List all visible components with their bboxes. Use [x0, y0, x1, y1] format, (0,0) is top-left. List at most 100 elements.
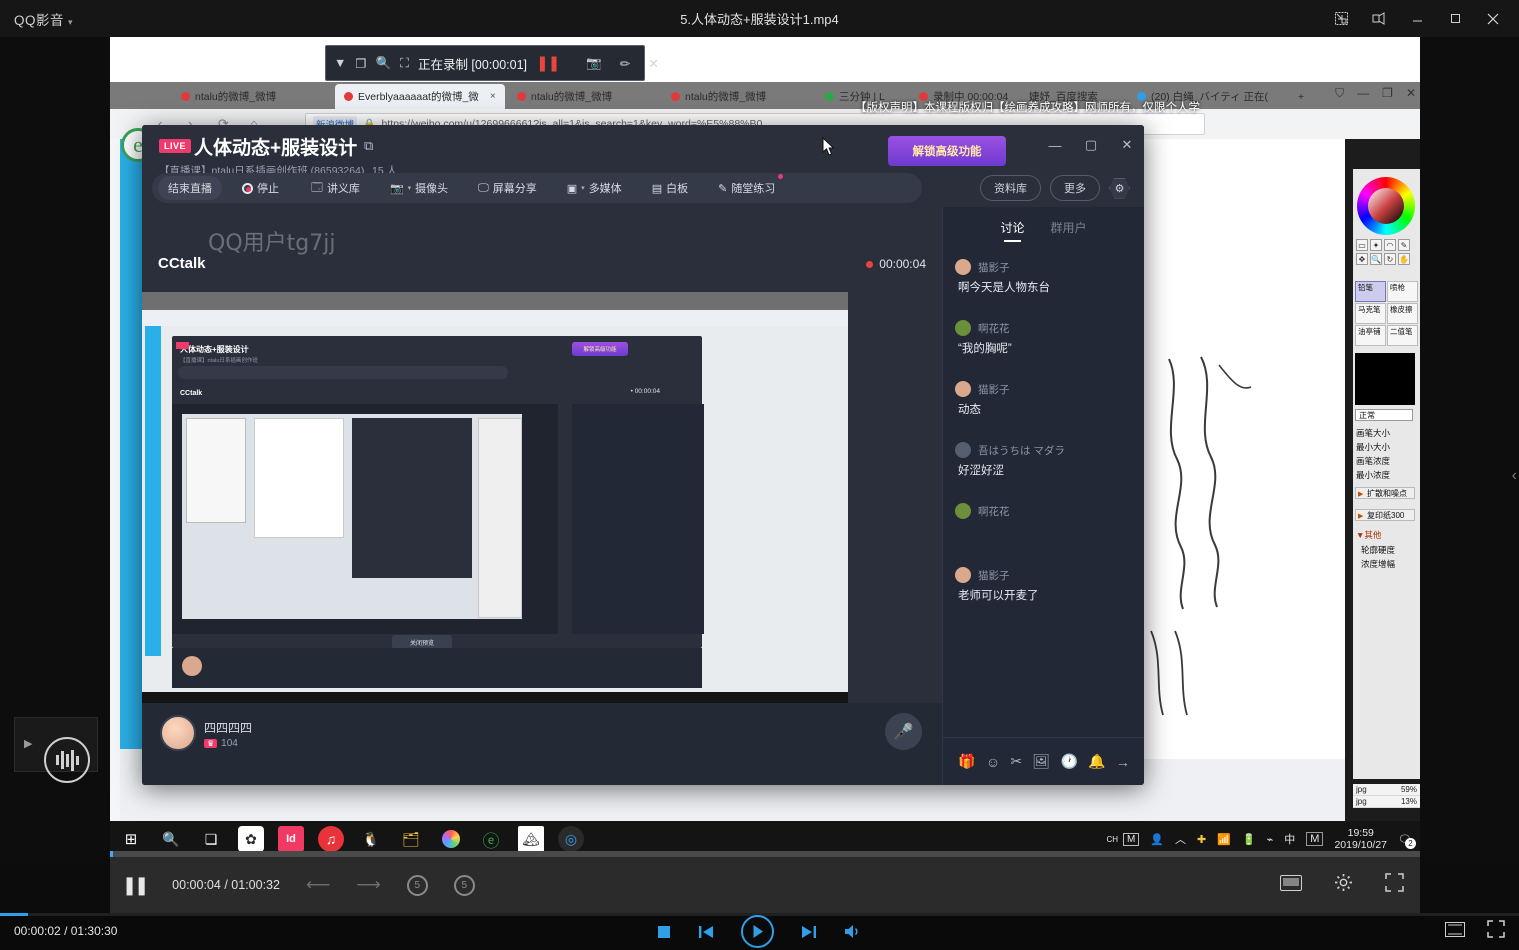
tab-members[interactable]: 群用户: [1051, 219, 1087, 242]
mic-icon[interactable]: 🎤: [885, 713, 922, 750]
avatar[interactable]: [955, 567, 971, 583]
chevron-down-icon[interactable]: ▾: [581, 184, 585, 192]
avatar[interactable]: [955, 442, 971, 458]
eyedropper-icon[interactable]: ✎: [1398, 239, 1410, 251]
tab-discussion[interactable]: 讨论: [1000, 219, 1024, 242]
avatar[interactable]: [160, 715, 196, 751]
external-link-icon[interactable]: ⧉: [364, 138, 373, 154]
bluetooth-icon[interactable]: ⌁: [1267, 833, 1274, 846]
slides-library-button[interactable]: 🗔 讲义库: [305, 177, 366, 200]
pause-button[interactable]: ❚❚: [122, 875, 146, 896]
new-tab-button[interactable]: +: [1290, 84, 1312, 109]
rotate-icon[interactable]: ↻: [1384, 253, 1396, 265]
emoji-icon[interactable]: ☺: [986, 754, 1000, 770]
zoom-icon[interactable]: 🔍: [1370, 253, 1382, 265]
forward-5-button[interactable]: 5: [454, 875, 475, 896]
panel-expand-icon[interactable]: ‹: [1512, 467, 1517, 485]
shield-icon[interactable]: ✚: [1197, 833, 1206, 846]
pip-icon[interactable]: [1361, 4, 1397, 34]
search-icon[interactable]: 🔍: [376, 56, 392, 71]
fullscreen-icon[interactable]: [1487, 920, 1505, 943]
brush-cell[interactable]: 油亭铺: [1355, 325, 1386, 346]
indesign-icon[interactable]: Id: [278, 826, 304, 852]
bell-icon[interactable]: 🔔: [1088, 753, 1105, 770]
browser-tab[interactable]: ntalu的微博_微博: [172, 84, 332, 109]
sai-icon[interactable]: ✿: [238, 826, 264, 852]
notifications-icon[interactable]: 🗨2: [1398, 833, 1412, 846]
gear-icon[interactable]: ⚙: [1109, 178, 1130, 199]
exercise-button[interactable]: ✎ 随堂练习: [712, 178, 781, 198]
explorer-icon[interactable]: 🗂: [398, 826, 424, 852]
maximize-icon[interactable]: [1437, 4, 1473, 34]
other-group-label[interactable]: ▼其他: [1356, 529, 1381, 541]
shared-screen-preview[interactable]: 人体动态+服装设计 【直播课】ntalu日系插画创作班 解锁高级功能 CCtal…: [142, 292, 848, 737]
window-icon[interactable]: ❐: [355, 56, 366, 71]
cctalk-icon[interactable]: ◎: [558, 826, 584, 852]
minimize-icon[interactable]: —: [1044, 135, 1066, 155]
minimize-icon[interactable]: —: [1357, 86, 1369, 101]
blend-mode-select[interactable]: 正常: [1355, 409, 1413, 421]
pause-icon[interactable]: ❚❚: [536, 54, 559, 72]
screenshot-icon[interactable]: [1280, 875, 1302, 896]
color-swatch[interactable]: [1355, 353, 1415, 405]
brush-cell[interactable]: 铅笔: [1355, 281, 1386, 302]
restore-icon[interactable]: ❐: [1382, 86, 1393, 101]
minimize-icon[interactable]: [1399, 4, 1435, 34]
edge-icon[interactable]: ⓔ: [478, 826, 504, 852]
tab-close-icon[interactable]: ×: [490, 91, 496, 102]
gift-icon[interactable]: 🎁: [958, 753, 975, 770]
restore-small-icon[interactable]: [1323, 4, 1359, 34]
param-group[interactable]: ▶复印纸300: [1355, 509, 1415, 521]
brush-cell[interactable]: 二值笔: [1387, 325, 1418, 346]
camera-icon[interactable]: 📷: [586, 56, 602, 71]
netease-music-icon[interactable]: ♫: [318, 826, 344, 852]
next-arrow-icon[interactable]: ⟶: [356, 875, 380, 895]
colorwheel-icon[interactable]: [438, 826, 464, 852]
prev-arrow-icon[interactable]: ⟵: [306, 875, 330, 895]
avatar[interactable]: [955, 381, 971, 397]
previous-button[interactable]: [698, 925, 714, 939]
volume-icon[interactable]: [844, 924, 862, 939]
move-icon[interactable]: ✥: [1356, 253, 1368, 265]
pencil-icon[interactable]: ✏: [620, 56, 630, 71]
color-wheel-icon[interactable]: [1357, 177, 1415, 235]
library-button[interactable]: 资料库: [980, 175, 1041, 201]
chevron-down-icon[interactable]: ▾: [408, 184, 412, 192]
fullscreen-icon[interactable]: [1385, 873, 1404, 897]
wifi-icon[interactable]: 📶: [1217, 833, 1231, 846]
chevron-up-icon[interactable]: ︿: [1175, 831, 1186, 847]
brush-cell[interactable]: 橡皮擦: [1387, 303, 1418, 324]
avatar[interactable]: [955, 320, 971, 336]
camera-button[interactable]: 📷 ▾ 摄像头: [384, 178, 454, 198]
close-icon[interactable]: ✕: [1116, 135, 1138, 155]
maximize-icon[interactable]: ▢: [1080, 135, 1102, 155]
clock-icon[interactable]: 🕐: [1060, 753, 1077, 770]
rewind-5-button[interactable]: 5: [407, 875, 428, 896]
magic-wand-icon[interactable]: ✦: [1370, 239, 1382, 251]
search-icon[interactable]: 🔍: [158, 826, 184, 852]
lasso-icon[interactable]: ◠: [1384, 239, 1396, 251]
image-icon[interactable]: 🖼: [1032, 753, 1050, 770]
more-button[interactable]: 更多: [1050, 175, 1100, 201]
stop-button[interactable]: [657, 925, 671, 939]
region-icon[interactable]: ⛶: [400, 56, 409, 71]
play-button[interactable]: [741, 915, 774, 948]
send-icon[interactable]: →: [1116, 754, 1130, 770]
chevron-down-icon[interactable]: ▼: [334, 56, 346, 70]
gear-icon[interactable]: [1334, 873, 1353, 897]
browser-tab[interactable]: ntalu的微博_微博: [662, 84, 812, 109]
screen-share-button[interactable]: 🖵 屏幕分享: [472, 178, 543, 198]
file-row[interactable]: jpg13%: [1353, 796, 1420, 808]
qq-icon[interactable]: 🐧: [358, 826, 384, 852]
battery-icon[interactable]: 🔋: [1242, 833, 1256, 846]
collections-icon[interactable]: ⛉: [1335, 86, 1344, 101]
avatar[interactable]: [955, 503, 971, 519]
close-icon[interactable]: ✕: [1406, 86, 1416, 101]
windows-icon[interactable]: ⊞: [118, 826, 144, 852]
ime-app-label[interactable]: M: [1306, 832, 1323, 846]
brush-cell[interactable]: 马克笔: [1355, 303, 1386, 324]
end-live-button[interactable]: 结束直播: [158, 176, 222, 200]
next-button[interactable]: [801, 925, 817, 939]
avatar[interactable]: [955, 259, 971, 275]
ime-indicator[interactable]: CH M: [1106, 833, 1139, 846]
